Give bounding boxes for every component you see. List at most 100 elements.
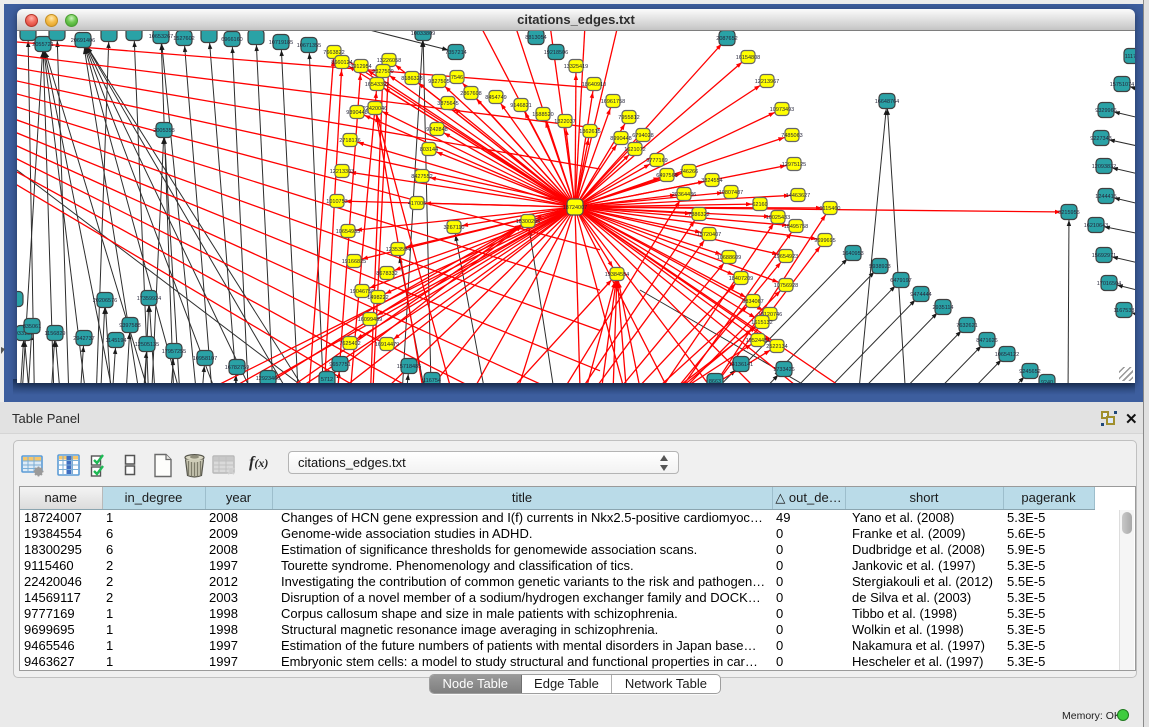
svg-text:17016504: 17016504 <box>1097 281 1121 287</box>
svg-text:12353594: 12353594 <box>386 247 410 253</box>
svg-text:6479197: 6479197 <box>890 278 911 284</box>
svg-text:8678332: 8678332 <box>376 271 397 277</box>
svg-text:835061: 835061 <box>23 324 41 330</box>
svg-text:9834067: 9834067 <box>742 299 763 305</box>
svg-text:20364436: 20364436 <box>672 192 696 198</box>
svg-text:14463627: 14463627 <box>786 193 810 199</box>
svg-text:10025433: 10025433 <box>766 215 790 221</box>
svg-text:12975125: 12975125 <box>782 162 806 168</box>
svg-text:7955812: 7955812 <box>618 115 639 121</box>
svg-text:16961758: 16961758 <box>601 99 625 105</box>
svg-text:9657751: 9657751 <box>329 362 350 368</box>
svg-text:2055721: 2055721 <box>32 42 53 48</box>
svg-text:1362615: 1362615 <box>579 129 600 135</box>
svg-text:12213303: 12213303 <box>330 169 354 175</box>
svg-text:10719185: 10719185 <box>269 40 293 46</box>
svg-text:8215955: 8215955 <box>1058 210 1079 216</box>
svg-text:16543392: 16543392 <box>365 82 389 88</box>
svg-text:8471626: 8471626 <box>976 338 997 344</box>
svg-text:10654122: 10654122 <box>995 352 1019 358</box>
svg-text:1145194: 1145194 <box>105 338 126 344</box>
svg-text:746266: 746266 <box>680 169 698 175</box>
svg-text:20691406: 20691406 <box>71 38 95 44</box>
svg-text:16914479: 16914479 <box>375 342 399 348</box>
svg-text:62160: 62160 <box>752 202 767 208</box>
svg-text:7546: 7546 <box>451 75 463 81</box>
svg-text:1621072: 1621072 <box>624 147 645 153</box>
svg-text:9242848: 9242848 <box>426 127 447 133</box>
svg-text:1588520: 1588520 <box>532 112 553 118</box>
svg-text:1156829: 1156829 <box>44 331 65 337</box>
svg-text:7485063: 7485063 <box>781 133 802 139</box>
svg-text:6794028: 6794028 <box>632 133 653 139</box>
svg-text:9777169: 9777169 <box>646 158 667 164</box>
svg-text:15718485: 15718485 <box>397 364 421 370</box>
svg-text:2522134: 2522134 <box>766 344 787 350</box>
svg-text:6966160: 6966160 <box>221 37 242 43</box>
svg-text:116754: 116754 <box>423 378 441 383</box>
svg-text:1733426: 1733426 <box>773 367 794 373</box>
svg-text:12213967: 12213967 <box>755 79 779 85</box>
svg-text:8663: 8663 <box>709 379 721 383</box>
svg-text:1244415: 1244415 <box>1095 194 1116 200</box>
svg-text:7386322: 7386322 <box>688 212 709 218</box>
svg-text:16210643: 16210643 <box>1084 223 1108 229</box>
svg-text:19384554: 19384554 <box>605 272 629 278</box>
svg-text:1498222: 1498222 <box>367 295 388 301</box>
svg-text:18640910: 18640910 <box>582 82 606 88</box>
svg-text:9240: 9240 <box>1041 380 1053 383</box>
svg-text:2005358: 2005358 <box>153 128 174 134</box>
svg-text:18724007: 18724007 <box>563 205 587 211</box>
svg-text:5938923: 5938923 <box>869 264 890 270</box>
svg-text:1167533: 1167533 <box>1113 308 1134 314</box>
svg-text:10973493: 10973493 <box>770 107 794 113</box>
svg-text:10756928: 10756928 <box>774 283 798 289</box>
svg-text:16099489: 16099489 <box>358 317 382 323</box>
svg-text:13226058: 13226058 <box>377 58 401 64</box>
svg-text:9327505: 9327505 <box>428 79 449 85</box>
svg-text:3875645: 3875645 <box>437 101 458 107</box>
svg-text:16154808: 16154808 <box>736 55 760 61</box>
svg-text:18300295: 18300295 <box>516 219 540 225</box>
svg-text:9329966: 9329966 <box>1095 108 1116 114</box>
svg-text:10653267: 10653267 <box>149 34 173 40</box>
svg-text:16648764: 16648764 <box>875 99 899 105</box>
svg-text:18495758: 18495758 <box>784 224 808 230</box>
svg-text:8454749: 8454749 <box>485 95 506 101</box>
svg-text:9474444: 9474444 <box>910 292 931 298</box>
svg-text:10671355: 10671355 <box>297 43 321 49</box>
svg-text:8186328: 8186328 <box>401 76 422 82</box>
svg-text:9227343: 9227343 <box>1090 136 1111 142</box>
svg-text:1615132: 1615132 <box>751 320 772 326</box>
svg-text:18407209: 18407209 <box>729 276 753 282</box>
svg-text:15751074: 15751074 <box>1110 82 1134 88</box>
svg-text:9390448: 9390448 <box>346 110 367 116</box>
svg-text:9397588: 9397588 <box>119 323 140 329</box>
svg-text:13325419: 13325419 <box>564 64 588 70</box>
svg-text:11172: 11172 <box>1125 54 1135 60</box>
svg-text:10654935: 10654935 <box>336 229 360 235</box>
svg-text:3824554: 3824554 <box>701 178 722 184</box>
svg-text:19654923: 19654923 <box>774 254 798 260</box>
svg-text:3912954: 3912954 <box>350 64 371 70</box>
svg-text:7357214: 7357214 <box>445 50 466 56</box>
svg-text:16782759: 16782759 <box>225 365 249 371</box>
svg-text:2942737: 2942737 <box>73 336 94 342</box>
svg-text:8427552: 8427552 <box>411 174 432 180</box>
svg-text:9327509: 9327509 <box>372 69 393 75</box>
svg-text:10688609: 10688609 <box>717 255 741 261</box>
svg-text:9245652: 9245652 <box>1019 369 1040 375</box>
svg-text:15692971: 15692971 <box>1092 253 1116 259</box>
svg-text:10807487: 10807487 <box>719 190 743 196</box>
svg-text:8813054: 8813054 <box>525 35 546 41</box>
svg-text:19218506: 19218506 <box>544 50 568 56</box>
svg-text:2718176: 2718176 <box>339 138 360 144</box>
svg-text:12923466: 12923466 <box>256 376 280 382</box>
svg-text:17957255: 17957255 <box>162 349 186 355</box>
svg-text:17359924: 17359924 <box>137 296 161 302</box>
svg-text:1010753: 1010753 <box>326 199 347 205</box>
svg-text:10958107: 10958107 <box>193 356 217 362</box>
svg-text:12505135: 12505135 <box>135 342 159 348</box>
svg-text:1322037: 1322037 <box>554 119 575 125</box>
svg-text:417006: 417006 <box>408 201 426 207</box>
